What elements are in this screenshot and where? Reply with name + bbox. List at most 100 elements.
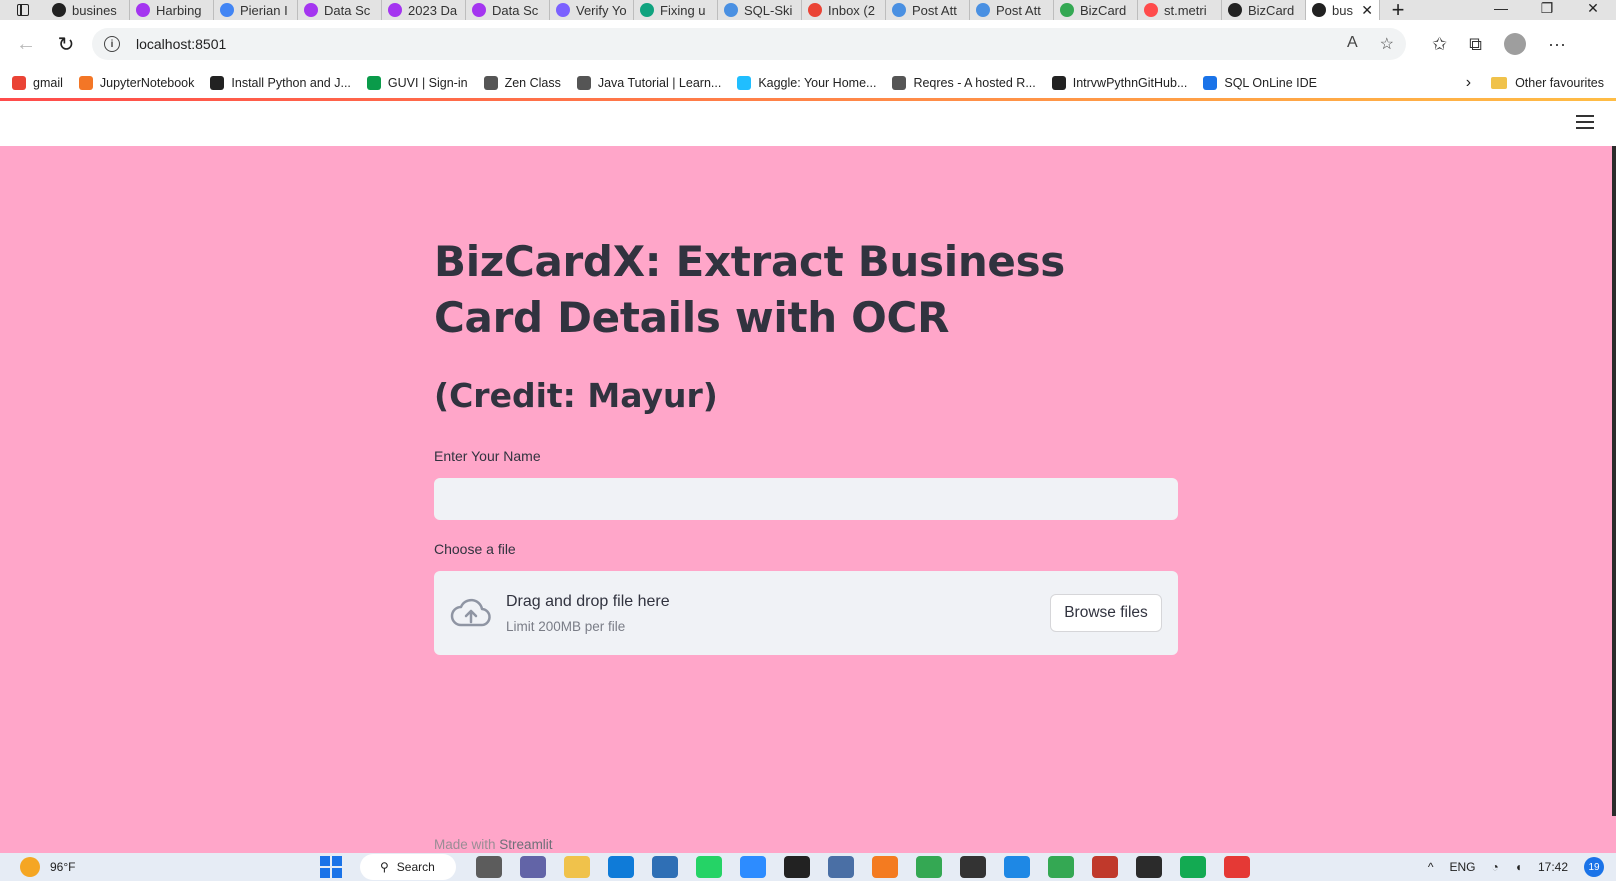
name-input[interactable] [434,478,1178,520]
browser-tab[interactable]: Post Att [970,0,1054,20]
bookmark-item[interactable]: IntrvwPythnGitHub... [1051,76,1187,90]
taskbar-search-label: Search [396,860,435,874]
app-icon[interactable] [1004,856,1030,878]
tab-title: Post Att [996,2,1041,18]
page-subtitle: (Credit: Mayur) [434,376,718,415]
bookmark-item[interactable]: Reqres - A hosted R... [892,76,1036,90]
page-icon [892,76,907,90]
file-dropzone[interactable]: Drag and drop file here Limit 200MB per … [434,571,1178,655]
bookmark-item[interactable]: SQL OnLine IDE [1203,76,1317,90]
zoom-icon[interactable] [740,856,766,878]
github-icon [1228,3,1242,17]
back-button[interactable]: ← [6,24,46,64]
language-indicator[interactable]: ENG [1449,860,1475,874]
task-view-icon[interactable] [476,856,502,878]
chevron-right-icon[interactable]: › [1466,74,1471,92]
bookmark-item[interactable]: gmail [12,76,63,90]
app-icon[interactable] [916,856,942,878]
streamlit-link[interactable]: Streamlit [499,837,552,852]
read-aloud-icon[interactable]: A [1347,34,1358,54]
streamlit-crown-icon [1144,3,1158,17]
bookmark-item[interactable]: Install Python and J... [210,76,351,90]
file-explorer-icon[interactable] [564,856,590,878]
cloud-upload-icon [450,598,491,627]
terminal-icon[interactable] [784,856,810,878]
other-favourites[interactable]: Other favourites [1491,76,1604,90]
tab-actions-button[interactable] [0,0,46,20]
refresh-button[interactable]: ↻ [46,24,86,64]
url-text[interactable]: localhost:8501 [136,36,226,52]
weather-widget[interactable]: 96°F [0,857,320,877]
browser-tab[interactable]: SQL-Ski [718,0,802,20]
drive-icon [1060,3,1074,17]
tab-title: Data Sc [492,2,539,18]
favorite-star-icon[interactable]: ☆ [1380,34,1394,54]
teams-icon[interactable] [520,856,546,878]
browser-tab[interactable]: 2023 Da [382,0,466,20]
minimize-button[interactable]: — [1478,0,1524,20]
app-icon[interactable] [1224,856,1250,878]
tab-title: Inbox (2 [828,2,875,18]
app-icon[interactable] [1136,856,1162,878]
url-bar[interactable]: i localhost:8501 A ☆ [92,28,1406,60]
restore-button[interactable]: ❐ [1524,0,1570,20]
bookmark-item[interactable]: JupyterNotebook [78,76,194,90]
tab-title: busines [72,2,117,18]
browser-tab[interactable]: Data Sc [298,0,382,20]
postman-icon[interactable] [872,856,898,878]
site-info-icon[interactable]: i [104,36,120,52]
verify-icon [556,3,570,17]
store-icon[interactable] [652,856,678,878]
browser-tab[interactable]: busines [46,0,130,20]
whatsapp-icon[interactable] [696,856,722,878]
tab-active[interactable]: bus ✕ [1306,0,1380,20]
browser-tab[interactable]: Post Att [886,0,970,20]
app-icon[interactable] [828,856,854,878]
volume-icon[interactable]: ◖ [1515,860,1522,874]
close-window-button[interactable]: ✕ [1570,0,1616,20]
bookmark-item[interactable]: GUVI | Sign-in [366,76,468,90]
hamburger-menu-icon[interactable] [1576,115,1594,129]
browser-tab[interactable]: BizCard [1222,0,1306,20]
bookmark-item[interactable]: Zen Class [483,76,561,90]
mongodb-icon[interactable] [1180,856,1206,878]
zen-icon [724,3,738,17]
notification-badge[interactable]: 19 [1584,857,1604,877]
browser-tab[interactable]: Data Sc [466,0,550,20]
app-icon[interactable] [960,856,986,878]
browser-tab[interactable]: Fixing u [634,0,718,20]
browser-tab[interactable]: BizCard [1054,0,1138,20]
taskbar-search[interactable]: ⚲ Search [360,854,456,880]
bookmark-label: SQL OnLine IDE [1224,76,1318,90]
close-tab-icon[interactable]: ✕ [1361,2,1373,19]
browser-toolbar: ✩ ⧉ ··· [1432,33,1566,55]
zen-icon [892,3,906,17]
wifi-icon[interactable]: ◔ [1491,860,1498,874]
edge-icon[interactable] [608,856,634,878]
clock-time[interactable]: 17:42 [1538,860,1568,874]
app-icon[interactable] [1092,856,1118,878]
bookmark-item[interactable]: Kaggle: Your Home... [737,76,876,90]
browser-tab[interactable]: Verify Yo [550,0,634,20]
new-tab-button[interactable]: + [1380,0,1416,20]
url-actions: A ☆ [1347,34,1394,54]
favorites-icon[interactable]: ✩ [1432,34,1447,55]
more-menu-icon[interactable]: ··· [1548,34,1566,55]
browser-tab[interactable]: Pierian I [214,0,298,20]
scrollbar[interactable] [1612,146,1616,816]
browser-tab[interactable]: st.metri [1138,0,1222,20]
sql-icon [1203,76,1218,90]
profile-avatar-icon[interactable] [1503,33,1526,55]
bookmark-label: GUVI | Sign-in [387,76,468,90]
windows-start-icon[interactable] [320,856,342,878]
browse-files-button[interactable]: Browse files [1050,594,1162,632]
browser-tab[interactable]: Inbox (2 [802,0,886,20]
bookmark-item[interactable]: Java Tutorial | Learn... [576,76,721,90]
bookmark-label: Kaggle: Your Home... [758,76,877,90]
chevron-up-icon[interactable]: ^ [1428,860,1434,874]
collections-icon[interactable]: ⧉ [1469,34,1482,55]
bookmarks-bar: gmail JupyterNotebook Install Python and J… [0,68,1616,98]
browser-tab[interactable]: Harbing [130,0,214,20]
file-field-label: Choose a file [434,541,516,557]
app-icon[interactable] [1048,856,1074,878]
